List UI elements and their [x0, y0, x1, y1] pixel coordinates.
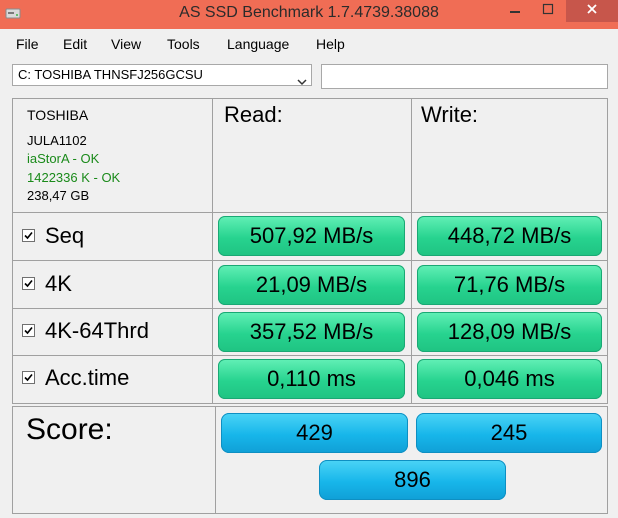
chevron-down-icon: [297, 72, 307, 92]
checkmark-icon: [24, 373, 33, 382]
drive-vendor: TOSHIBA: [27, 107, 89, 123]
row-label-4k64: 4K-64Thrd: [45, 318, 149, 343]
4k64-write-result: 128,09 MB/s: [417, 312, 602, 352]
alignment-status: 1422336 K - OK: [27, 170, 121, 185]
maximize-icon: [542, 2, 554, 20]
minimize-button[interactable]: [500, 0, 530, 22]
acctime-read-result: 0,110 ms: [218, 359, 405, 399]
4k-checkbox[interactable]: [22, 277, 35, 290]
menu-tools[interactable]: Tools: [167, 36, 200, 52]
divider: [13, 308, 607, 309]
results-panel: TOSHIBA JULA1102 iaStorA - OK 1422336 K …: [12, 98, 608, 404]
maximize-button[interactable]: [532, 0, 564, 22]
divider: [215, 407, 216, 513]
menu-edit[interactable]: Edit: [63, 36, 87, 52]
checkmark-icon: [24, 279, 33, 288]
row-label-acctime: Acc.time: [45, 365, 130, 390]
checkmark-icon: [24, 231, 33, 240]
divider: [212, 99, 213, 403]
seq-checkbox[interactable]: [22, 229, 35, 242]
4k-read-result: 21,09 MB/s: [218, 265, 405, 305]
title-bar: AS SSD Benchmark 1.7.4739.38088: [0, 0, 618, 29]
row-label-seq: Seq: [45, 223, 85, 248]
row-label-4k: 4K: [45, 271, 72, 296]
score-label: Score:: [26, 413, 113, 446]
menu-bar: File Edit View Tools Language Help: [0, 29, 618, 56]
score-read: 429: [221, 413, 408, 453]
score-total: 896: [319, 460, 506, 500]
write-column-header: Write:: [421, 102, 479, 127]
driver-status: iaStorA - OK: [27, 151, 100, 166]
divider: [13, 355, 607, 356]
menu-view[interactable]: View: [111, 36, 141, 52]
minimize-icon: [509, 2, 521, 20]
close-button[interactable]: [566, 0, 618, 22]
menu-file[interactable]: File: [16, 36, 39, 52]
acctime-write-result: 0,046 ms: [417, 359, 602, 399]
drive-firmware: JULA1102: [27, 133, 87, 148]
drive-select-value: C: TOSHIBA THNSFJ256GCSU: [18, 67, 203, 82]
acctime-checkbox[interactable]: [22, 371, 35, 384]
seq-write-result: 448,72 MB/s: [417, 216, 602, 256]
read-column-header: Read:: [224, 102, 283, 127]
divider: [411, 99, 412, 403]
drive-size: 238,47 GB: [27, 188, 90, 203]
menu-language[interactable]: Language: [227, 36, 289, 52]
info-textbox[interactable]: [321, 64, 608, 89]
checkmark-icon: [24, 326, 33, 335]
score-panel: Score: 429 245 896: [12, 406, 608, 514]
4k64-checkbox[interactable]: [22, 324, 35, 337]
seq-read-result: 507,92 MB/s: [218, 216, 405, 256]
drive-select[interactable]: C: TOSHIBA THNSFJ256GCSU: [12, 64, 312, 86]
score-write: 245: [416, 413, 602, 453]
close-icon: [586, 2, 598, 20]
divider: [13, 212, 607, 213]
4k64-read-result: 357,52 MB/s: [218, 312, 405, 352]
menu-help[interactable]: Help: [316, 36, 345, 52]
divider: [13, 260, 607, 261]
4k-write-result: 71,76 MB/s: [417, 265, 602, 305]
